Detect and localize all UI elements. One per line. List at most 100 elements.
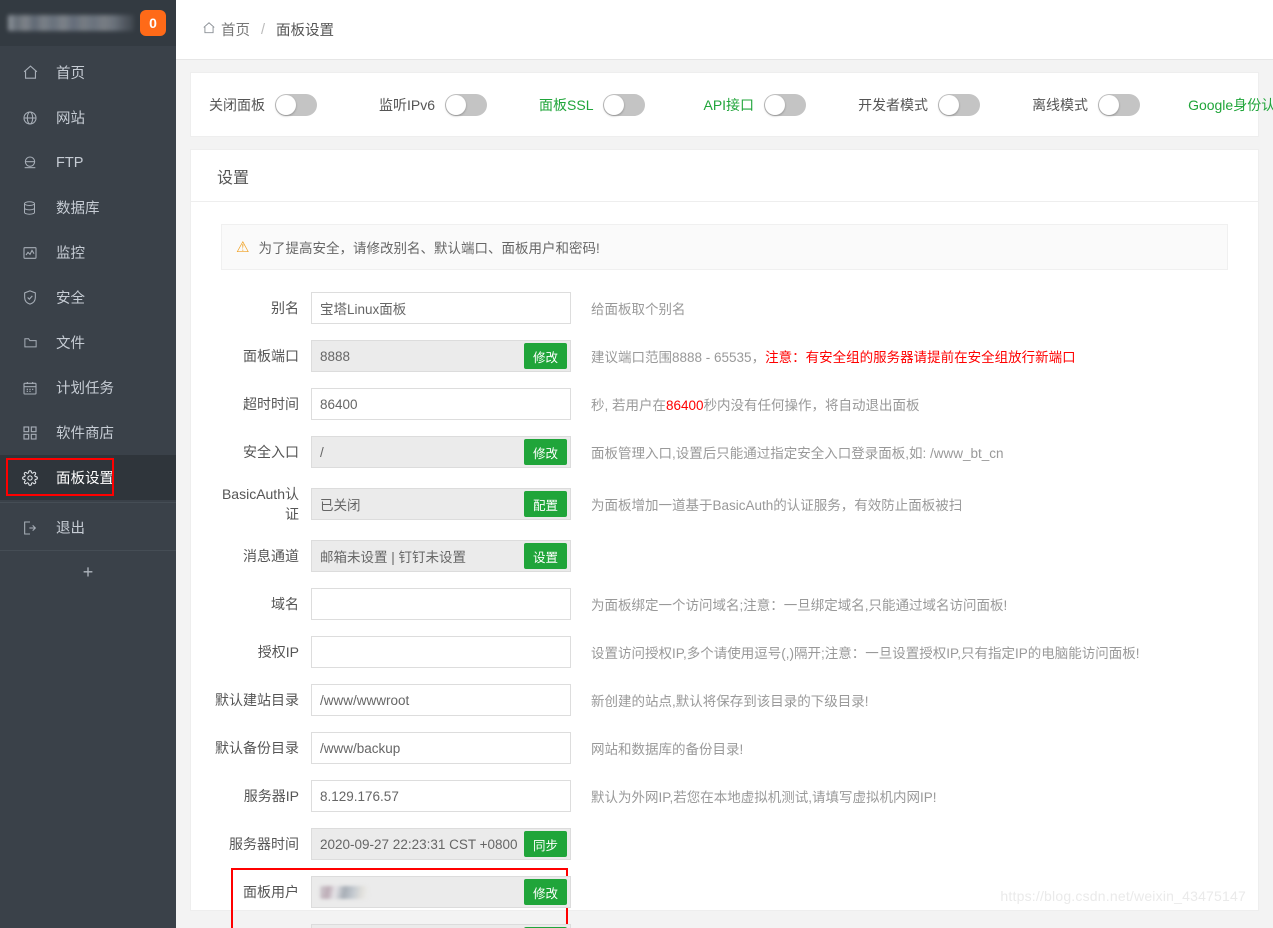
settings-panel: 设置 ⚠ 为了提高安全，请修改别名、默认端口、面板用户和密码! 别名 宝塔Lin…	[190, 149, 1259, 928]
sidebar-item-files[interactable]: 文件	[0, 320, 176, 365]
input-value: 2020-09-27 22:23:31 CST +0800	[320, 836, 518, 852]
sidebar-item-label: 软件商店	[56, 426, 114, 442]
help-text: 新创建的站点,默认将保存到该目录的下级目录!	[591, 694, 869, 709]
form-row-default-backup-dir: 默认备份目录 /www/backup 网站和数据库的备份目录!	[215, 732, 1228, 764]
sidebar-divider	[0, 502, 176, 503]
default-backup-dir-input[interactable]: /www/backup	[311, 732, 571, 764]
server-ip-input[interactable]: 8.129.176.57	[311, 780, 571, 812]
toggle-listen-ipv6: 监听IPv6	[379, 93, 488, 116]
toggle-bar: 关闭面板 监听IPv6 面板SSL API接口 开发者模式 离线模式 Googl…	[191, 73, 1273, 136]
sidebar-item-monitor[interactable]: 监控	[0, 230, 176, 275]
form-label: 域名	[271, 596, 299, 612]
input-value: /www/wwwroot	[320, 692, 410, 708]
breadcrumb-home[interactable]: 首页	[202, 19, 250, 40]
database-icon	[22, 199, 44, 217]
security-alert-text: 为了提高安全，请修改别名、默认端口、面板用户和密码!	[258, 241, 600, 256]
input-value: 已关闭	[320, 498, 361, 513]
sidebar-item-label: FTP	[56, 154, 84, 171]
breadcrumb-current: 面板设置	[276, 23, 335, 39]
form-help: 网站和数据库的备份目录!	[591, 738, 743, 758]
server-time-input[interactable]: 2020-09-27 22:23:31 CST +0800 同步	[311, 828, 571, 860]
input-value: 8.129.176.57	[320, 788, 399, 804]
warning-icon: ⚠	[236, 239, 250, 256]
panel-user-modify-button[interactable]: 修改	[523, 879, 567, 905]
close-panel-switch[interactable]	[275, 93, 317, 116]
sidebar-item-label: 安全	[56, 291, 85, 307]
form-label: 安全入口	[243, 444, 299, 460]
panel-port-input[interactable]: 8888 修改	[311, 340, 571, 372]
panel-password-input[interactable]: ****** 修改	[311, 924, 571, 928]
toggle-offline-mode: 离线模式	[1032, 93, 1141, 116]
input-value: /www/backup	[320, 740, 401, 756]
breadcrumb-separator: /	[261, 21, 266, 38]
panel-port-modify-button[interactable]: 修改	[523, 343, 567, 369]
toggle-label: 面板SSL	[539, 96, 594, 113]
alias-input[interactable]: 宝塔Linux面板	[311, 292, 571, 324]
sidebar-item-database[interactable]: 数据库	[0, 185, 176, 230]
security-entrance-input[interactable]: / 修改	[311, 436, 571, 468]
sidebar-add-button[interactable]: +	[0, 550, 176, 594]
input-value: 8888	[320, 348, 351, 364]
form-label: 默认建站目录	[215, 692, 299, 708]
home-icon	[22, 64, 44, 82]
api-switch[interactable]	[764, 93, 807, 116]
help-text: 网站和数据库的备份目录!	[591, 742, 744, 757]
basicauth-config-button[interactable]: 配置	[523, 491, 567, 517]
sidebar-item-label: 面板设置	[56, 471, 114, 487]
panel-ssl-switch[interactable]	[603, 93, 646, 116]
input-value: 86400	[320, 396, 358, 412]
form-label: 面板用户	[243, 884, 299, 900]
sidebar-item-home[interactable]: 首页	[0, 50, 176, 95]
switch-knob	[446, 94, 467, 115]
domain-input[interactable]	[311, 588, 571, 620]
sidebar-logo-bar: 0	[0, 0, 176, 46]
default-site-dir-input[interactable]: /www/wwwroot	[311, 684, 571, 716]
gear-icon	[22, 469, 44, 487]
offline-mode-switch[interactable]	[1098, 93, 1141, 116]
listen-ipv6-switch[interactable]	[445, 93, 488, 116]
panel-user-input[interactable]: 修改	[311, 876, 571, 908]
watermark: https://blog.csdn.net/weixin_43475147	[1000, 888, 1246, 904]
sidebar-item-app-store[interactable]: 软件商店	[0, 410, 176, 455]
form-help: 面板管理入口,设置后只能通过指定安全入口登录面板,如: /www_bt_cn	[591, 442, 1004, 462]
toggle-panel: 关闭面板 监听IPv6 面板SSL API接口 开发者模式 离线模式 Googl…	[190, 72, 1273, 137]
form-row-basicauth: BasicAuth认证 已关闭 配置 为面板增加一道基于BasicAuth的认证…	[221, 484, 1228, 524]
switch-knob	[1099, 94, 1120, 115]
sidebar-item-logout[interactable]: 退出	[0, 505, 176, 550]
shield-icon	[22, 289, 44, 307]
message-channel-input[interactable]: 邮箱未设置 | 钉钉未设置 设置	[311, 540, 571, 572]
sidebar-item-crontab[interactable]: 计划任务	[0, 365, 176, 410]
authorized-ip-input[interactable]	[311, 636, 571, 668]
sidebar: 0 首页 网站 FTP 数据库 监控 安全 文件 计划任务 软件商店 面板设置 …	[0, 0, 176, 928]
globe-icon	[22, 109, 44, 127]
server-time-sync-button[interactable]: 同步	[523, 831, 567, 857]
help-text: 给面板取个别名	[591, 302, 686, 317]
main-content: 首页 / 面板设置 关闭面板 监听IPv6 面板SSL API接口 开发者模式 …	[176, 0, 1273, 928]
toggle-label: 监听IPv6	[379, 96, 436, 113]
panel-user-value-blurred	[320, 885, 368, 899]
message-channel-setup-button[interactable]: 设置	[523, 543, 567, 569]
form-label: 服务器时间	[229, 836, 299, 852]
breadcrumb-home-label[interactable]: 首页	[221, 19, 250, 40]
form-label: 消息通道	[243, 548, 299, 564]
form-label: BasicAuth认证	[221, 486, 299, 522]
sidebar-item-security[interactable]: 安全	[0, 275, 176, 320]
timeout-input[interactable]: 86400	[311, 388, 571, 420]
sidebar-item-label: 网站	[56, 111, 85, 127]
sidebar-item-label: 首页	[56, 66, 85, 82]
help-text: 面板管理入口,设置后只能通过指定安全入口登录面板,如: /www_bt_cn	[591, 446, 1004, 461]
help-text: 秒, 若用户在86400秒内没有任何操作，将自动退出面板	[591, 398, 920, 413]
form-row-panel-password: 面板密码 ****** 修改	[221, 924, 1228, 928]
toggle-label: API接口	[703, 96, 755, 113]
input-value: 宝塔Linux面板	[320, 302, 407, 317]
notification-badge[interactable]: 0	[140, 10, 166, 36]
developer-mode-switch[interactable]	[938, 93, 981, 116]
form-row-default-site-dir: 默认建站目录 /www/wwwroot 新创建的站点,默认将保存到该目录的下级目…	[215, 684, 1228, 716]
sidebar-item-website[interactable]: 网站	[0, 95, 176, 140]
toggle-label: 离线模式	[1032, 96, 1089, 113]
basicauth-input[interactable]: 已关闭 配置	[311, 488, 571, 520]
sidebar-item-panel-settings[interactable]: 面板设置	[0, 455, 176, 500]
security-entrance-modify-button[interactable]: 修改	[523, 439, 567, 465]
sidebar-item-ftp[interactable]: FTP	[0, 140, 176, 185]
logout-icon	[22, 519, 44, 537]
